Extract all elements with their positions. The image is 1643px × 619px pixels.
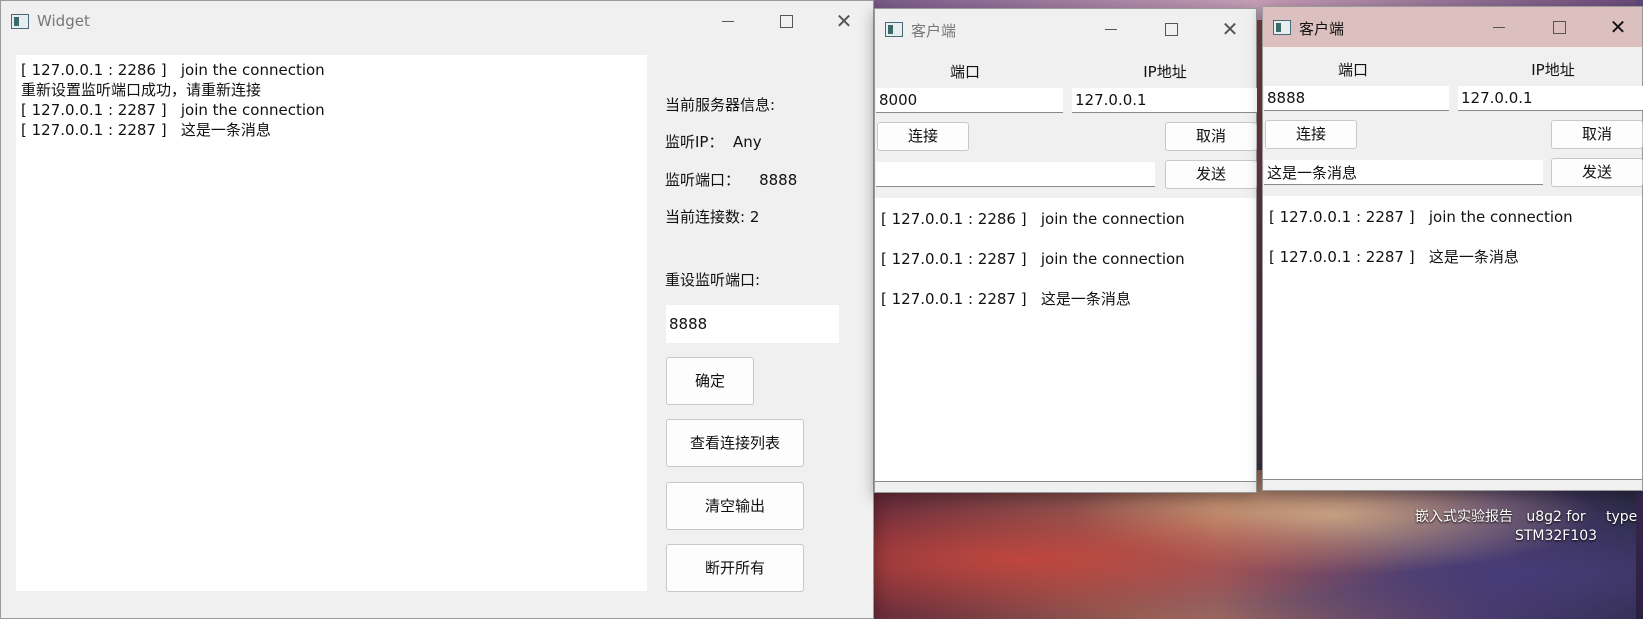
- minimize-icon[interactable]: [1096, 17, 1126, 41]
- client-window-1: 客户端 ✕ 端口 IP地址 连接 取消 发送 [ 127.0.0.1 : 228…: [874, 8, 1257, 493]
- client-window-2: 客户端 ✕ 端口 IP地址 连接 取消 发送 [ 127.0.0.1 : 228…: [1262, 6, 1643, 491]
- maximize-icon[interactable]: [771, 9, 801, 33]
- cancel-button[interactable]: 取消: [1551, 120, 1643, 149]
- listen-ip-label: 监听IP： Any: [665, 133, 762, 151]
- minimize-icon[interactable]: [713, 9, 743, 33]
- desktop-icon-type[interactable]: type: [1606, 508, 1643, 527]
- log-line: [ 127.0.0.1 : 2287 ] join the connection: [881, 250, 1185, 268]
- log-line: [ 127.0.0.1 : 2287 ] 这是一条消息: [881, 290, 1131, 308]
- app-icon: [885, 22, 903, 37]
- listen-port-label: 监听端口： 8888: [665, 171, 798, 189]
- log-line: [ 127.0.0.1 : 2286 ] join the connection: [881, 210, 1185, 228]
- window-title: Widget: [37, 12, 90, 30]
- desktop-icon-report[interactable]: 嵌入式实验报告: [1412, 508, 1516, 527]
- log-line: 重新设置监听端口成功，请重新连接: [21, 81, 262, 99]
- send-button[interactable]: 发送: [1165, 160, 1257, 189]
- client2-titlebar: 客户端 ✕: [1263, 7, 1642, 47]
- close-icon[interactable]: ✕: [1603, 15, 1633, 39]
- server-window: Widget ✕ [ 127.0.0.1 : 2286 ] join the c…: [0, 0, 874, 619]
- connect-button[interactable]: 连接: [877, 122, 969, 151]
- desktop-icon-u8g2[interactable]: u8g2 for STM32F103: [1508, 508, 1604, 546]
- server-titlebar: Widget ✕: [1, 1, 873, 41]
- message-input[interactable]: [1264, 160, 1543, 185]
- connect-button[interactable]: 连接: [1265, 120, 1357, 149]
- connection-count-label: 当前连接数: 2: [665, 208, 760, 226]
- ip-label: IP地址: [1531, 61, 1575, 79]
- send-button[interactable]: 发送: [1551, 158, 1643, 187]
- client1-titlebar: 客户端 ✕: [875, 9, 1256, 49]
- log-line: [ 127.0.0.1 : 2287 ] join the connection: [21, 101, 325, 119]
- reset-port-input[interactable]: [666, 305, 839, 343]
- minimize-icon[interactable]: [1484, 15, 1514, 39]
- ip-input[interactable]: [1072, 88, 1257, 113]
- ip-input[interactable]: [1458, 86, 1643, 111]
- close-icon[interactable]: ✕: [1215, 17, 1245, 41]
- log-line: [ 127.0.0.1 : 2287 ] 这是一条消息: [1269, 248, 1519, 266]
- client2-log-area[interactable]: [ 127.0.0.1 : 2287 ] join the connection…: [1263, 196, 1642, 480]
- disconnect-all-button[interactable]: 断开所有: [666, 544, 804, 592]
- port-label: 端口: [1337, 61, 1368, 79]
- maximize-icon[interactable]: [1544, 15, 1574, 39]
- ip-label: IP地址: [1143, 63, 1187, 81]
- log-line: [ 127.0.0.1 : 2287 ] 这是一条消息: [21, 121, 271, 139]
- client1-log-area[interactable]: [ 127.0.0.1 : 2286 ] join the connection…: [875, 198, 1256, 482]
- app-icon: [11, 14, 29, 29]
- maximize-icon[interactable]: [1156, 17, 1186, 41]
- confirm-button[interactable]: 确定: [666, 357, 754, 405]
- log-line: [ 127.0.0.1 : 2287 ] join the connection: [1269, 208, 1573, 226]
- close-icon[interactable]: ✕: [829, 9, 859, 33]
- window-title: 客户端: [911, 22, 957, 40]
- port-label: 端口: [949, 63, 980, 81]
- server-info-header: 当前服务器信息:: [665, 96, 776, 114]
- port-input[interactable]: [1264, 86, 1449, 111]
- window-title: 客户端: [1299, 20, 1345, 38]
- port-input[interactable]: [876, 88, 1063, 113]
- reset-port-label: 重设监听端口:: [665, 271, 761, 289]
- app-icon: [1273, 20, 1291, 35]
- clear-output-button[interactable]: 清空输出: [666, 482, 804, 530]
- log-line: [ 127.0.0.1 : 2286 ] join the connection: [21, 61, 325, 79]
- cancel-button[interactable]: 取消: [1165, 122, 1257, 151]
- message-input[interactable]: [876, 162, 1155, 187]
- view-connections-button[interactable]: 查看连接列表: [666, 419, 804, 467]
- server-log-area[interactable]: [ 127.0.0.1 : 2286 ] join the connection…: [16, 55, 647, 591]
